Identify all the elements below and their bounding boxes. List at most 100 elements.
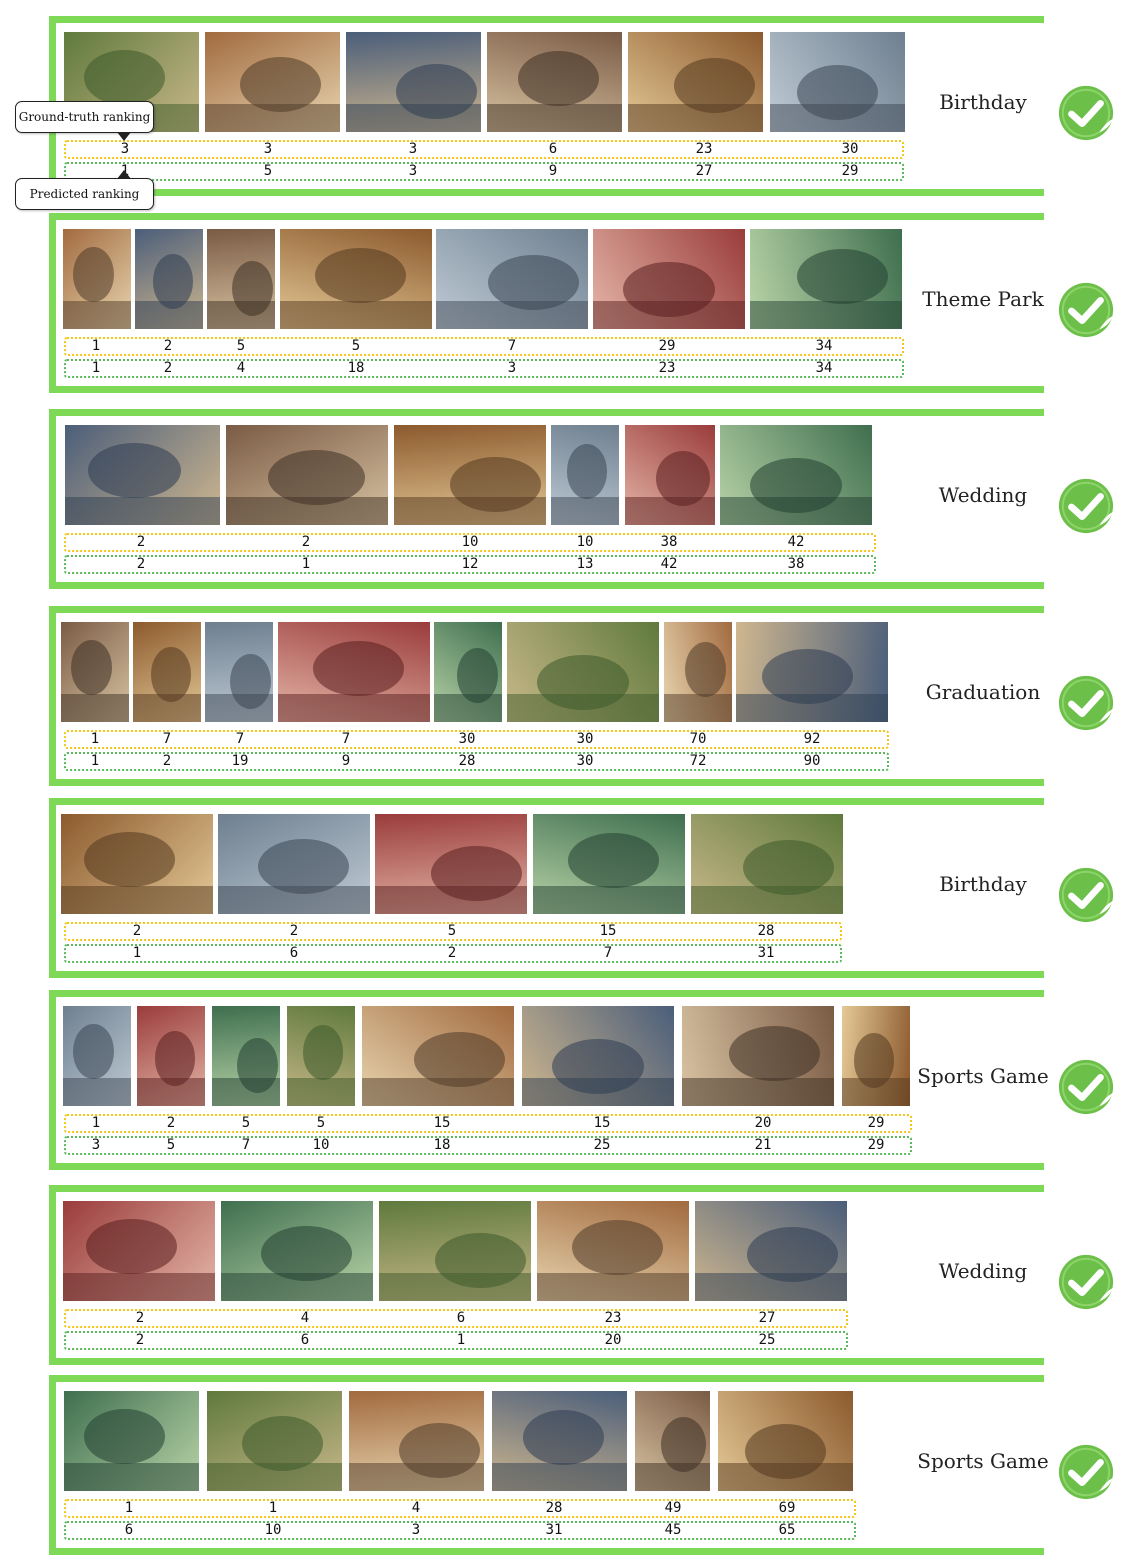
photo-subject — [523, 1410, 605, 1465]
predicted-rank: 38 — [787, 556, 805, 572]
album-photo — [226, 425, 388, 525]
predicted-ranking-row — [64, 1136, 912, 1155]
photo-foreground — [736, 694, 888, 722]
album-photo — [522, 1006, 674, 1106]
check-badge — [1058, 282, 1114, 338]
ground-truth-rank: 4 — [300, 1310, 310, 1326]
album-photo — [212, 1006, 280, 1106]
predicted-rank: 1 — [301, 556, 311, 572]
predicted-rank: 45 — [664, 1522, 682, 1538]
album-photo — [287, 1006, 355, 1106]
predicted-rank: 20 — [604, 1332, 622, 1348]
ground-truth-rank: 1 — [91, 1115, 101, 1131]
predicted-ranking-row — [64, 1521, 856, 1540]
predicted-rank: 2 — [136, 556, 146, 572]
photo-foreground — [207, 301, 275, 329]
ground-truth-rank: 23 — [604, 1310, 622, 1326]
predicted-rank: 5 — [263, 163, 273, 179]
check-badge — [1058, 1444, 1114, 1500]
ground-truth-rank: 15 — [433, 1115, 451, 1131]
ground-truth-rank: 3 — [120, 141, 130, 157]
album-photo — [691, 814, 843, 914]
check-icon — [1058, 1254, 1114, 1310]
album-photo — [133, 622, 201, 722]
album-photo — [720, 425, 872, 525]
check-icon — [1058, 85, 1114, 141]
check-icon — [1058, 867, 1114, 923]
check-icon — [1058, 478, 1114, 534]
ground-truth-rank: 5 — [447, 923, 457, 939]
album-photo — [695, 1201, 847, 1301]
ground-truth-rank: 5 — [236, 338, 246, 354]
photo-foreground — [61, 886, 213, 914]
photo-subject — [73, 247, 114, 302]
ground-truth-rank: 6 — [456, 1310, 466, 1326]
predicted-rank: 28 — [458, 753, 476, 769]
predicted-rank: 2 — [447, 945, 457, 961]
ground-truth-rank: 2 — [135, 1310, 145, 1326]
predicted-rank: 23 — [658, 360, 676, 376]
predicted-rank: 3 — [411, 1522, 421, 1538]
album-photo — [492, 1391, 627, 1491]
photo-subject — [84, 1409, 166, 1464]
photo-foreground — [63, 1078, 131, 1106]
photo-foreground — [551, 497, 619, 525]
photo-foreground — [394, 497, 546, 525]
photo-subject — [88, 443, 182, 498]
photo-subject — [566, 444, 608, 499]
callout-pointer — [117, 132, 131, 141]
ground-truth-rank: 92 — [803, 731, 821, 747]
ground-truth-rank: 38 — [660, 534, 678, 550]
predicted-rank: 29 — [841, 163, 859, 179]
album-photo — [280, 229, 432, 329]
photo-subject — [797, 249, 889, 304]
ground-truth-rank: 1 — [90, 731, 100, 747]
album-photo — [349, 1391, 484, 1491]
event-type-label: Sports Game — [917, 1449, 1049, 1473]
album-photo — [379, 1201, 531, 1301]
predicted-rank: 1 — [132, 945, 142, 961]
ground-truth-rank: 7 — [235, 731, 245, 747]
ground-truth-rank: 20 — [754, 1115, 772, 1131]
predicted-rank: 2 — [135, 1332, 145, 1348]
predicted-rank: 25 — [593, 1137, 611, 1153]
photo-foreground — [379, 1273, 531, 1301]
predicted-rank: 2 — [163, 360, 173, 376]
album-photo — [434, 622, 502, 722]
predicted-ranking-row — [64, 359, 904, 378]
predicted-rank: 90 — [803, 753, 821, 769]
album-photo — [375, 814, 527, 914]
album-photo — [625, 425, 715, 525]
photo-foreground — [349, 1463, 484, 1491]
predicted-rank: 9 — [548, 163, 558, 179]
ground-truth-rank: 2 — [301, 534, 311, 550]
photo-foreground — [375, 886, 527, 914]
ground-truth-rank: 10 — [576, 534, 594, 550]
predicted-rank: 30 — [576, 753, 594, 769]
photo-foreground — [434, 694, 502, 722]
event-type-label: Wedding — [938, 1259, 1028, 1283]
ground-truth-rank: 7 — [507, 338, 517, 354]
check-badge — [1058, 1254, 1114, 1310]
album-photo — [207, 1391, 342, 1491]
ground-truth-rank: 69 — [778, 1500, 796, 1516]
photo-foreground — [61, 694, 129, 722]
photo-foreground — [207, 1463, 342, 1491]
photo-subject — [302, 1025, 344, 1080]
ground-truth-rank: 1 — [91, 338, 101, 354]
photo-subject — [518, 51, 600, 106]
predicted-rank: 31 — [545, 1522, 563, 1538]
ground-truth-rank: 27 — [758, 1310, 776, 1326]
photo-foreground — [63, 301, 131, 329]
photo-subject — [685, 642, 726, 697]
ground-truth-rank: 2 — [132, 923, 142, 939]
photo-foreground — [718, 1463, 853, 1491]
predicted-rank: 13 — [576, 556, 594, 572]
predicted-rank: 1 — [456, 1332, 466, 1348]
photo-foreground — [137, 1078, 205, 1106]
event-type-label: Graduation — [925, 680, 1041, 704]
predicted-rank: 65 — [778, 1522, 796, 1538]
predicted-callout: Predicted ranking — [15, 178, 154, 210]
predicted-ranking-row — [64, 162, 904, 181]
predicted-ranking-row — [64, 752, 889, 771]
